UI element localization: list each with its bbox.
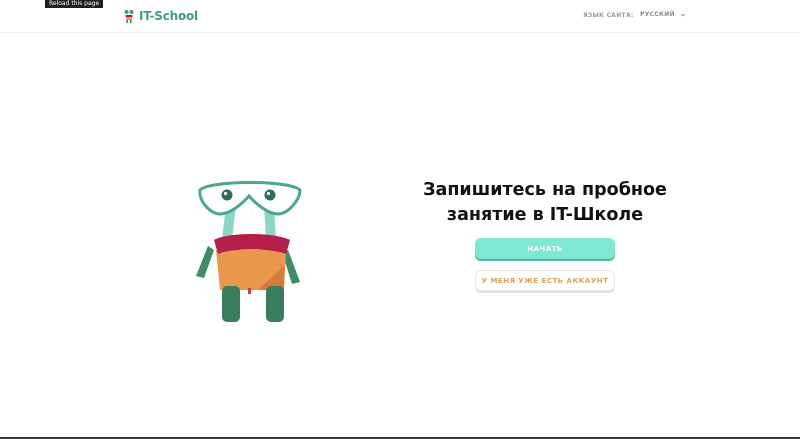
robot-illustration <box>196 181 302 322</box>
start-button[interactable]: НАЧАТЬ <box>475 238 615 259</box>
language-select[interactable]: РУССКИЙ <box>640 11 686 18</box>
language-value: РУССКИЙ <box>640 11 675 18</box>
signup-panel: Запишитесь на пробное занятие в IT-Школе <box>420 178 670 228</box>
page: Reload this page IT-School ЯЗЫК САЙТА: Р… <box>0 0 800 439</box>
have-account-button[interactable]: У МЕНЯ УЖЕ ЕСТЬ АККАУНТ <box>475 270 615 291</box>
language-label: ЯЗЫК САЙТА: <box>583 12 634 19</box>
header: IT-School ЯЗЫК САЙТА: РУССКИЙ <box>0 0 800 33</box>
chevron-down-icon <box>680 13 686 17</box>
logo[interactable]: IT-School <box>122 8 198 24</box>
page-title: Запишитесь на пробное занятие в IT-Школе <box>420 178 670 228</box>
logo-text: IT-School <box>139 9 198 23</box>
robot-logo-icon <box>124 10 134 23</box>
title-line-2: занятие в IT-Школе <box>446 205 644 225</box>
title-line-1: Запишитесь на пробное <box>423 180 667 200</box>
